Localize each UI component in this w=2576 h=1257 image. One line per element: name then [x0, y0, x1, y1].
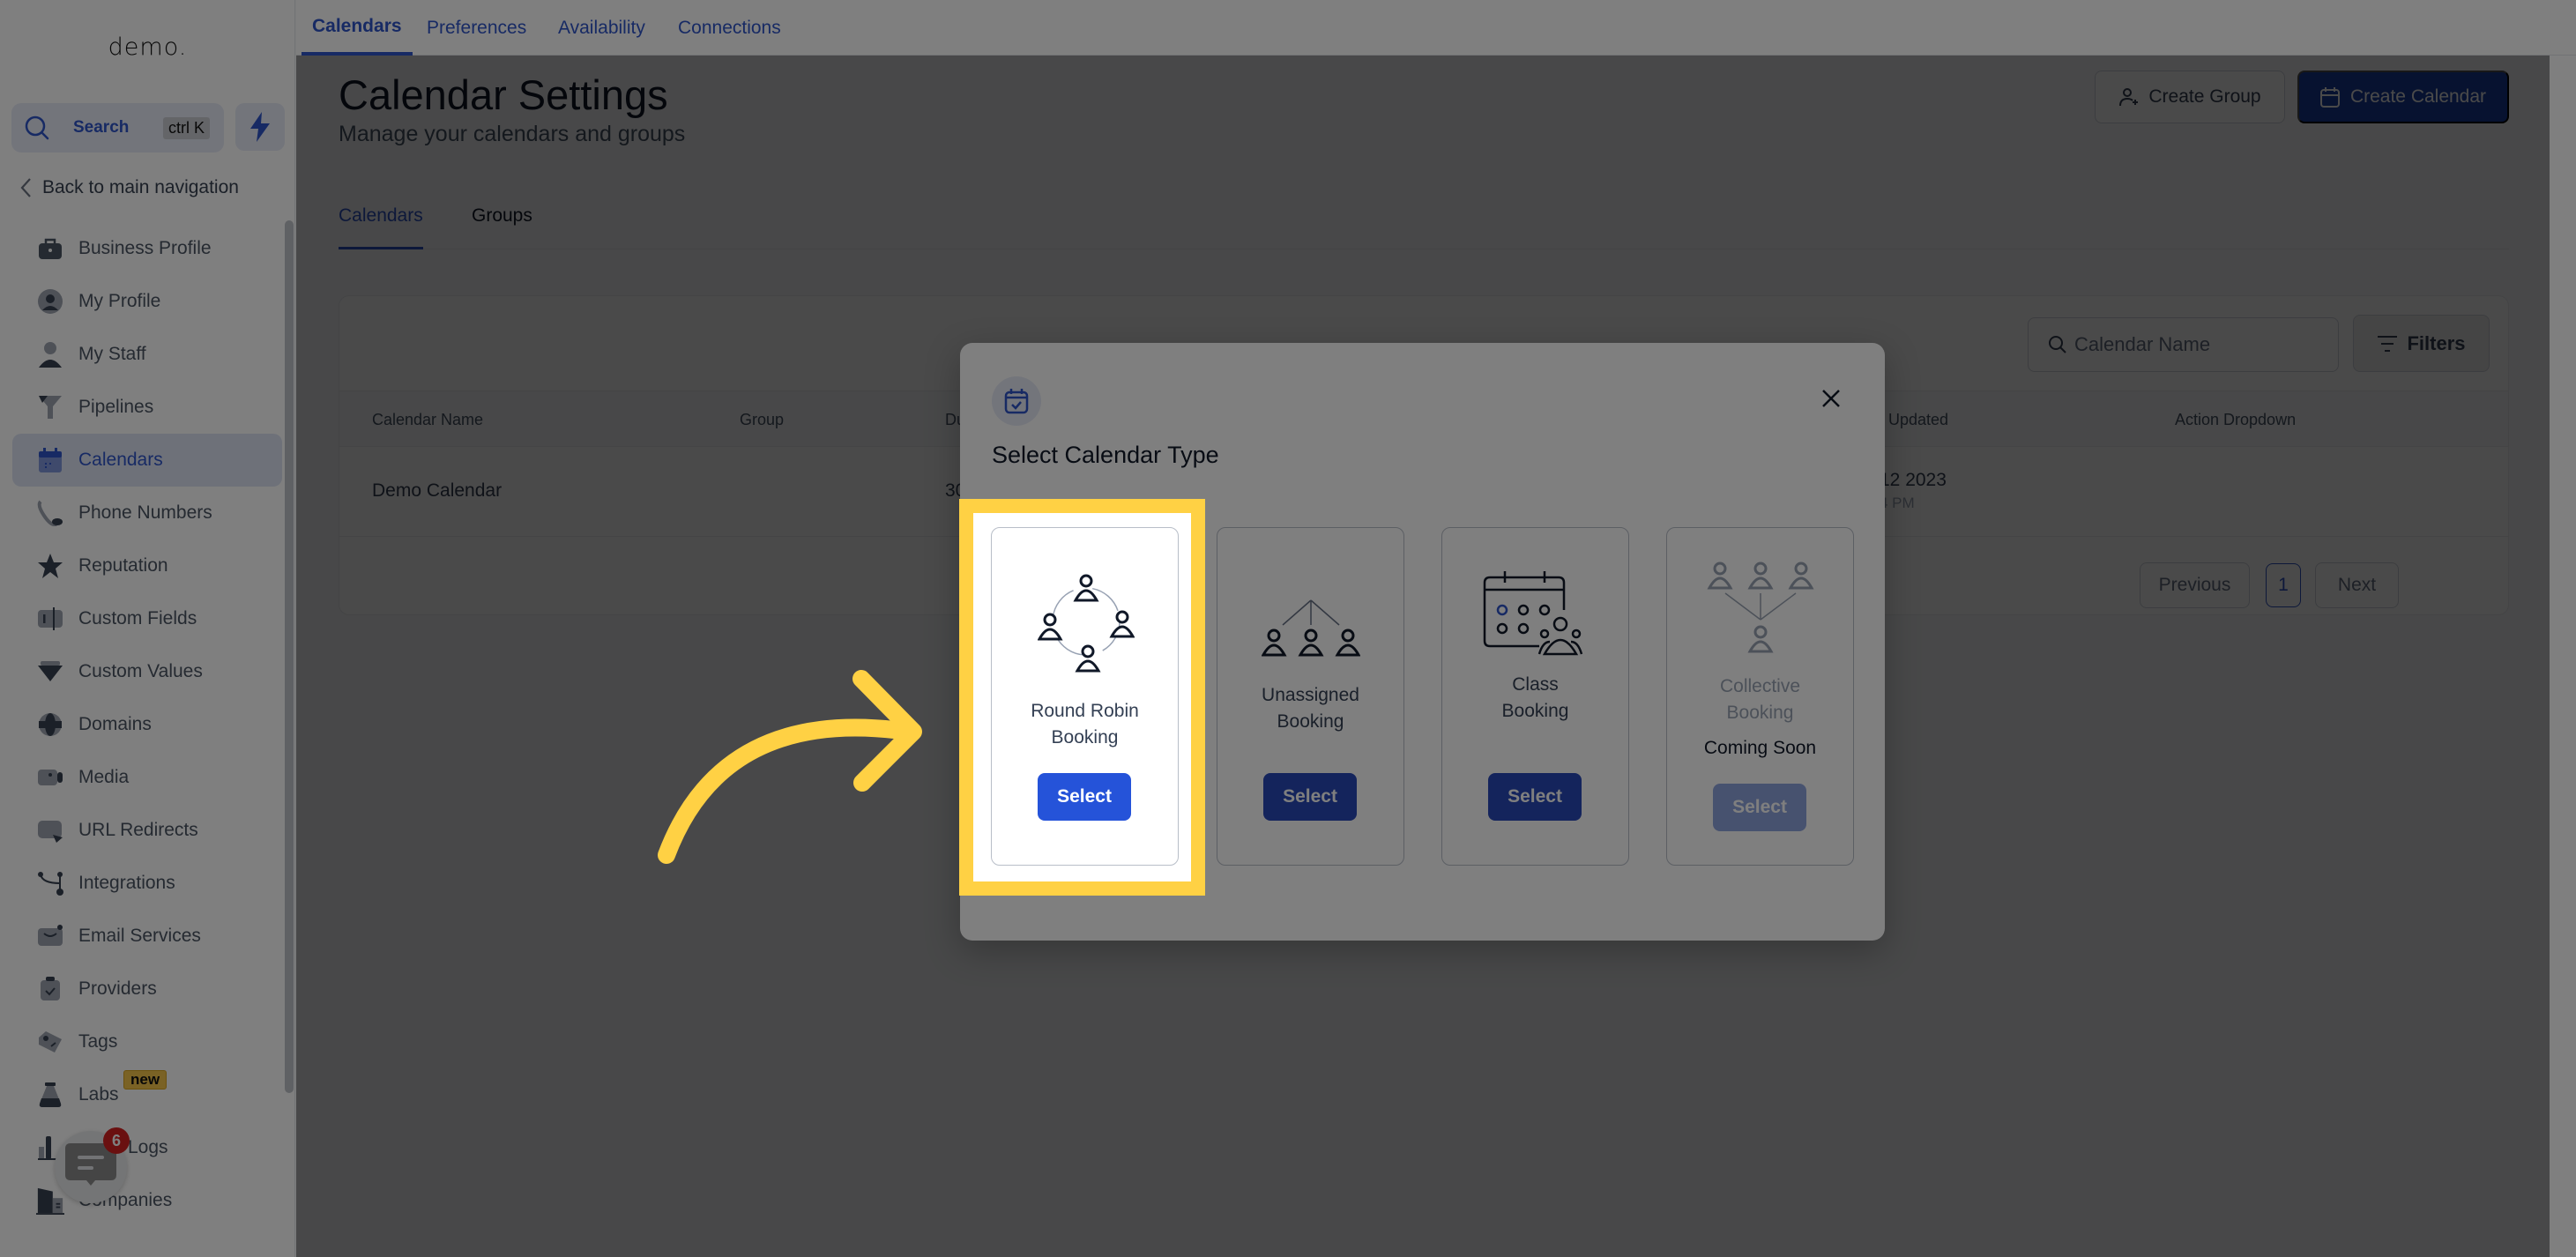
tutorial-highlight-frame: Round Robin Booking Select — [959, 499, 1205, 896]
select-round-robin-button[interactable]: Select — [1038, 773, 1131, 821]
round-robin-booking-icon — [1038, 574, 1135, 673]
tutorial-dim-overlay — [0, 0, 2576, 1257]
calendar-type-card-round-robin[interactable]: Round Robin Booking Select — [991, 527, 1179, 866]
card-title: Round Robin Booking — [1031, 701, 1139, 748]
